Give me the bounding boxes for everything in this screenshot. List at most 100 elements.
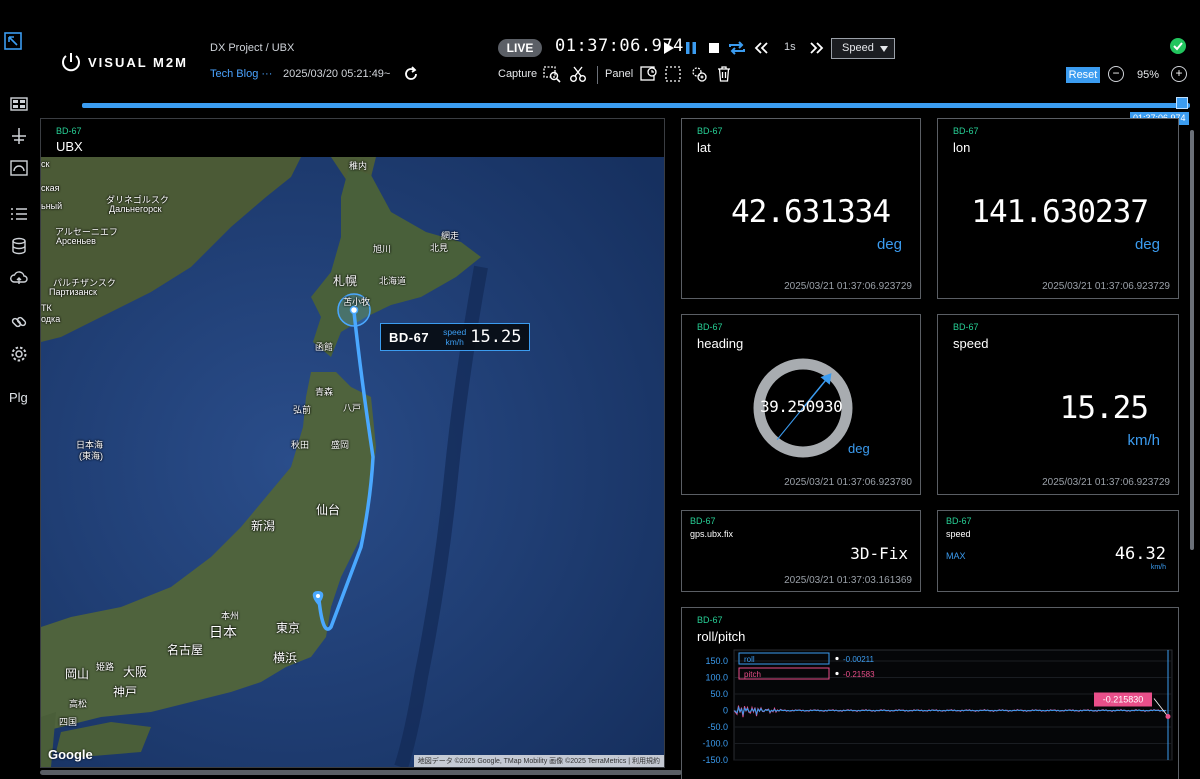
- widget-title: lat: [697, 140, 711, 155]
- live-badge[interactable]: LIVE: [498, 39, 542, 57]
- speed-select-value: Speed: [842, 42, 874, 54]
- play-icon[interactable]: [660, 38, 678, 58]
- speed-select[interactable]: Speed: [831, 38, 895, 59]
- y-tick-label: -50.0: [707, 722, 728, 732]
- legend-name-pitch: pitch: [744, 670, 761, 679]
- map-view[interactable]: 稚内 札幌 苫小牧 旭川 網走 北見 北海道 函館 青森 弘前 八戸 秋田 盛岡…: [41, 157, 664, 767]
- expand-icon[interactable]: [2, 30, 24, 52]
- widget-title: lon: [953, 140, 971, 155]
- dashboard-scrollbar[interactable]: [1190, 130, 1194, 550]
- map-label-edge-5: одка: [41, 314, 61, 324]
- link-icon[interactable]: [8, 311, 30, 333]
- gps-fix-value: 3D-Fix: [850, 544, 908, 563]
- heading-unit: deg: [848, 441, 870, 456]
- lat-value: 42.631334: [731, 194, 891, 230]
- rewind-icon[interactable]: [752, 38, 770, 58]
- widget-device-id: BD-67: [690, 516, 716, 526]
- lat-widget: BD-67 lat 42.631334 deg 2025/03/21 01:37…: [681, 118, 921, 299]
- loop-icon[interactable]: [727, 38, 747, 58]
- vehicle-speed-label-unit: km/h: [445, 337, 464, 347]
- speed-value: 15.25: [1059, 390, 1149, 426]
- map-label-dalnegorsk-ru: Дальнегорск: [109, 204, 162, 214]
- speed-widget: BD-67 speed 15.25 km/h 2025/03/21 01:37:…: [937, 314, 1179, 495]
- map-label-wakkanai: 稚内: [349, 161, 368, 171]
- toolbar-divider: [597, 66, 598, 84]
- dashboard-icon[interactable]: [8, 93, 30, 115]
- widget-title: speed: [946, 529, 971, 539]
- lon-unit: deg: [1134, 236, 1160, 253]
- y-tick-label: 100.0: [705, 673, 728, 683]
- map-label-niigata: 新潟: [251, 519, 276, 533]
- lon-timestamp: 2025/03/21 01:37:06.923729: [1042, 281, 1170, 292]
- scissors-icon[interactable]: [569, 65, 587, 83]
- map-panel-scrollbar[interactable]: [40, 770, 682, 775]
- map-label-tomakomai: 苫小牧: [343, 297, 371, 307]
- trash-icon[interactable]: [715, 65, 733, 83]
- select-area-icon[interactable]: [664, 65, 682, 83]
- widget-device-id: BD-67: [946, 516, 972, 526]
- map-label-partizansk-ru: Партизанск: [49, 287, 97, 297]
- list-icon[interactable]: [8, 203, 30, 225]
- zoom-out-button[interactable]: −: [1108, 66, 1124, 82]
- max-speed-value: 46.32: [1114, 544, 1166, 564]
- tech-blog-link[interactable]: Tech Blog ···: [210, 68, 272, 80]
- map-label-hokkaido: 北海道: [379, 276, 407, 286]
- map-label-himeji: 姫路: [96, 662, 115, 672]
- refresh-icon[interactable]: [403, 66, 419, 82]
- zoom-level: 95%: [1137, 69, 1160, 81]
- step-interval[interactable]: 1s: [784, 41, 796, 53]
- map-label-sendai: 仙台: [316, 503, 341, 517]
- max-speed-widget: BD-67 speed MAX 46.32 km/h: [937, 510, 1179, 592]
- zoom-reset-button[interactable]: Reset: [1066, 67, 1100, 83]
- heading-value: 39.250930: [760, 397, 843, 416]
- y-tick-label: 50.0: [710, 689, 728, 699]
- y-tick-label: -150.0: [702, 755, 728, 765]
- map-attribution[interactable]: 地図データ ©2025 Google, TMap Mobility 画像 ©20…: [413, 755, 664, 767]
- panel-title: UBX: [56, 139, 83, 154]
- map-label-aomori: 青森: [315, 387, 334, 397]
- vehicle-name: BD-67: [389, 329, 430, 345]
- fast-forward-icon[interactable]: [808, 38, 826, 58]
- y-tick-label: 150.0: [705, 656, 728, 666]
- legend-name-roll: roll: [744, 655, 755, 664]
- map-label-edge-2: ская: [41, 183, 60, 193]
- plugin-menu[interactable]: Plg: [9, 390, 28, 405]
- pause-icon[interactable]: [682, 38, 700, 58]
- roll-pitch-chart[interactable]: 150.0 100.0 50.0 0 -50.0 -100.0 -150.0 roll -0.0…: [682, 648, 1178, 779]
- connection-status-icon: [1170, 38, 1186, 54]
- zoom-in-button[interactable]: +: [1171, 66, 1187, 82]
- session-timestamp: 2025/03/20 05:21:49~: [283, 68, 391, 80]
- gear-icon[interactable]: [8, 343, 30, 365]
- breadcrumb: DX Project / UBX: [210, 42, 295, 54]
- map-label-asahikawa: 旭川: [373, 244, 392, 254]
- legend-value-pitch: -0.21583: [843, 670, 875, 679]
- logo-text: VISUAL M2M: [88, 54, 188, 70]
- cursor-point: [1165, 714, 1171, 719]
- widget-title: gps.ubx.fix: [690, 529, 734, 539]
- y-tick-label: 0: [723, 706, 728, 716]
- lon-value: 141.630237: [971, 194, 1149, 230]
- vehicle-tag[interactable]: BD-67 speed km/h 15.25: [380, 323, 530, 351]
- widget-device-id: BD-67: [697, 615, 723, 625]
- timeline-handle[interactable]: [1176, 97, 1188, 109]
- gauge-icon[interactable]: [8, 157, 30, 179]
- panel-settings-icon[interactable]: [690, 65, 708, 83]
- capture-search-icon[interactable]: [543, 65, 561, 83]
- cloud-upload-icon[interactable]: [8, 267, 30, 289]
- legend-dot-roll: [835, 656, 839, 661]
- map-label-osaka: 大阪: [123, 665, 148, 679]
- map-panel: BD-67 UBX 稚内 札幌 苫小牧 旭川 網走 北見 北海道 函館 青森 弘…: [40, 118, 665, 768]
- map-label-edge-1: ск: [41, 159, 50, 169]
- map-label-shikoku: 四国: [59, 717, 78, 727]
- map-label-sapporo: 札幌: [333, 274, 358, 288]
- gps-fix-timestamp: 2025/03/21 01:37:03.161369: [784, 575, 912, 586]
- heading-timestamp: 2025/03/21 01:37:06.923780: [784, 477, 912, 488]
- map-label-kobe: 神戸: [113, 685, 138, 699]
- playback-timeline[interactable]: [82, 103, 1190, 108]
- widget-title: speed: [953, 336, 989, 351]
- database-icon[interactable]: [8, 235, 30, 257]
- sidebar: Plg: [0, 0, 38, 779]
- network-icon[interactable]: [8, 125, 30, 147]
- panel-clock-icon[interactable]: [640, 65, 658, 83]
- stop-icon[interactable]: [705, 38, 723, 58]
